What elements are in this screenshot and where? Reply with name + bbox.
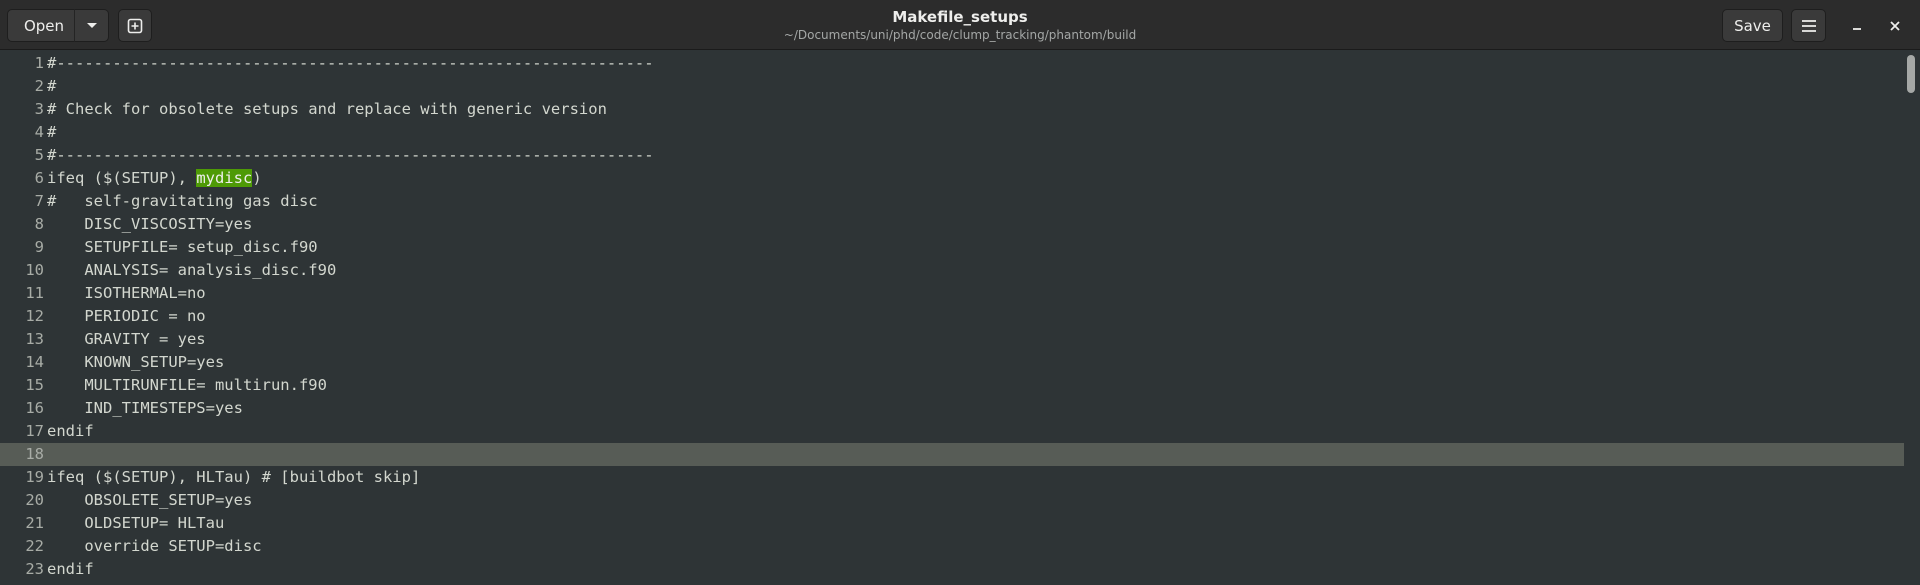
code-line[interactable]: 7 # self-gravitating gas disc	[0, 190, 1904, 213]
line-number: 9	[34, 238, 44, 256]
code-line[interactable]: 22 override SETUP=disc	[0, 535, 1904, 558]
code-line[interactable]: 18	[0, 443, 1904, 466]
vertical-scrollbar[interactable]	[1907, 51, 1915, 585]
line-number: 5	[34, 146, 44, 164]
line-number: 15	[25, 376, 44, 394]
code-line[interactable]: 23 endif	[0, 558, 1904, 581]
line-text: OLDSETUP= HLTau	[47, 514, 225, 532]
code-line[interactable]: 3 # Check for obsolete setups and replace…	[0, 98, 1904, 121]
line-text: # self-gravitating gas disc	[47, 192, 318, 210]
line-text-after: )	[252, 169, 262, 187]
line-text: IND_TIMESTEPS=yes	[47, 399, 243, 417]
line-text: #---------------------------------------…	[47, 54, 654, 72]
line-number: 19	[25, 468, 44, 486]
header-bar: Open Makefile_setups ~/Documents/uni/phd…	[0, 0, 1920, 50]
line-number: 8	[34, 215, 44, 233]
line-text: SETUPFILE= setup_disc.f90	[47, 238, 318, 256]
code-line[interactable]: 11 ISOTHERMAL=no	[0, 282, 1904, 305]
line-number: 22	[25, 537, 44, 555]
minimize-button[interactable]	[1845, 14, 1869, 38]
search-match-highlight: mydisc	[196, 169, 253, 187]
line-text: OBSOLETE_SETUP=yes	[47, 491, 253, 509]
close-button[interactable]	[1883, 14, 1907, 38]
line-text: endif	[47, 422, 94, 440]
line-text: ANALYSIS= analysis_disc.f90	[47, 261, 337, 279]
code-line[interactable]: 4 #	[0, 121, 1904, 144]
line-number: 12	[25, 307, 44, 325]
new-tab-button[interactable]	[118, 9, 152, 42]
line-text: #	[47, 123, 57, 141]
chevron-down-icon	[86, 22, 97, 28]
line-text: #	[47, 77, 57, 95]
title-area: Makefile_setups ~/Documents/uni/phd/code…	[700, 8, 1220, 42]
code-line[interactable]: 17 endif	[0, 420, 1904, 443]
code-line[interactable]: 16 IND_TIMESTEPS=yes	[0, 397, 1904, 420]
code-line[interactable]: 5 #--------------------------------------…	[0, 144, 1904, 167]
line-text: KNOWN_SETUP=yes	[47, 353, 225, 371]
code-line[interactable]: 19 ifeq ($(SETUP), HLTau) # [buildbot ski…	[0, 466, 1904, 489]
line-text: # Check for obsolete setups and replace …	[47, 100, 607, 118]
line-number: 7	[34, 192, 44, 210]
line-number: 3	[34, 100, 44, 118]
line-text: override SETUP=disc	[47, 537, 262, 555]
close-icon	[1890, 21, 1900, 31]
line-number: 17	[25, 422, 44, 440]
main-menu-button[interactable]	[1791, 9, 1826, 42]
line-text: GRAVITY = yes	[47, 330, 206, 348]
line-text: PERIODIC = no	[47, 307, 206, 325]
text-editor-area[interactable]: 1 #--------------------------------------…	[0, 51, 1920, 585]
open-button[interactable]: Open	[7, 9, 81, 42]
code-line[interactable]: 15 MULTIRUNFILE= multirun.f90	[0, 374, 1904, 397]
line-text: MULTIRUNFILE= multirun.f90	[47, 376, 327, 394]
line-number: 10	[25, 261, 44, 279]
new-tab-icon	[127, 18, 143, 33]
line-number: 23	[25, 560, 44, 578]
save-button-label: Save	[1734, 16, 1771, 35]
code-line[interactable]: 6 ifeq ($(SETUP), mydisc)	[0, 167, 1904, 190]
line-text: #---------------------------------------…	[47, 146, 654, 164]
window-title: Makefile_setups	[892, 8, 1028, 26]
line-number: 18	[25, 445, 44, 463]
line-number: 14	[25, 353, 44, 371]
code-line[interactable]: 10 ANALYSIS= analysis_disc.f90	[0, 259, 1904, 282]
minimize-icon	[1853, 28, 1861, 30]
line-number: 2	[34, 77, 44, 95]
code-line[interactable]: 8 DISC_VISCOSITY=yes	[0, 213, 1904, 236]
line-text: DISC_VISCOSITY=yes	[47, 215, 253, 233]
line-number: 16	[25, 399, 44, 417]
line-text-before: ifeq ($(SETUP),	[47, 169, 197, 187]
code-line[interactable]: 13 GRAVITY = yes	[0, 328, 1904, 351]
line-number: 11	[25, 284, 44, 302]
save-button[interactable]: Save	[1722, 9, 1783, 42]
line-text: ifeq ($(SETUP), HLTau) # [buildbot skip]	[47, 468, 421, 486]
line-number: 6	[34, 169, 44, 187]
open-dropdown-button[interactable]	[74, 9, 109, 42]
code-line[interactable]: 21 OLDSETUP= HLTau	[0, 512, 1904, 535]
file-path: ~/Documents/uni/phd/code/clump_tracking/…	[783, 28, 1137, 42]
line-number: 1	[34, 54, 44, 72]
line-text: ifeq ($(SETUP), mydisc)	[47, 167, 262, 190]
line-number: 13	[25, 330, 44, 348]
code-line[interactable]: 2 #	[0, 75, 1904, 98]
line-number: 20	[25, 491, 44, 509]
open-button-label: Open	[23, 16, 65, 35]
code-line[interactable]: 20 OBSOLETE_SETUP=yes	[0, 489, 1904, 512]
hamburger-menu-icon	[1801, 19, 1816, 32]
code-line[interactable]: 12 PERIODIC = no	[0, 305, 1904, 328]
code-line[interactable]: 9 SETUPFILE= setup_disc.f90	[0, 236, 1904, 259]
line-text: ISOTHERMAL=no	[47, 284, 206, 302]
code-line[interactable]: 1 #--------------------------------------…	[0, 52, 1904, 75]
line-text: endif	[47, 560, 94, 578]
line-number: 21	[25, 514, 44, 532]
line-number: 4	[34, 123, 44, 141]
code-line[interactable]: 14 KNOWN_SETUP=yes	[0, 351, 1904, 374]
scrollbar-thumb[interactable]	[1907, 55, 1915, 93]
